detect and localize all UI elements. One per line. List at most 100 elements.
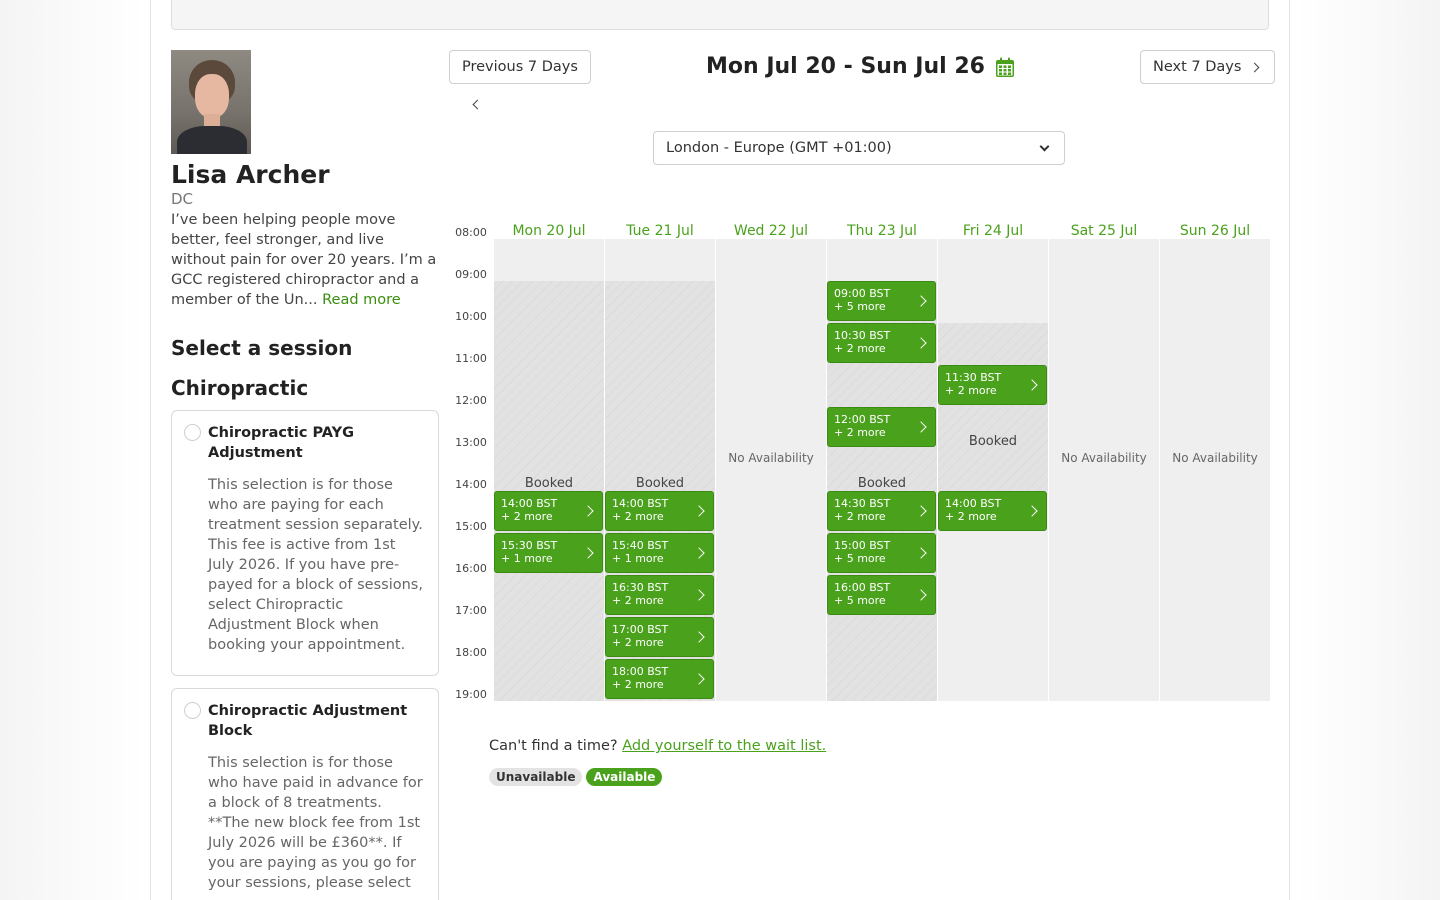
no-availability-label: No Availability	[1061, 451, 1147, 465]
slot-time: 15:30 BST	[501, 539, 558, 552]
time-slot-button[interactable]: 11:30 BST + 2 more	[938, 365, 1047, 405]
session-radio[interactable]	[184, 702, 201, 719]
hour-label: 18:00	[455, 646, 487, 659]
booked-label: Booked	[968, 434, 1018, 450]
session-group-heading: Chiropractic	[171, 376, 309, 400]
previous-7-days-button[interactable]: Previous 7 Days	[449, 50, 591, 110]
timezone-value: London - Europe (GMT +01:00)	[666, 140, 892, 156]
time-slot-button[interactable]: 14:00 BST + 2 more	[605, 491, 714, 531]
session-card-block[interactable]: Chiropractic Adjustment Block This selec…	[171, 688, 439, 900]
slot-more: + 1 more	[612, 552, 664, 565]
slot-time: 10:30 BST	[834, 329, 891, 342]
booked-label: Booked	[635, 476, 685, 492]
no-availability-label: No Availability	[728, 451, 814, 465]
time-slot-button[interactable]: 17:00 BST + 2 more	[605, 617, 714, 657]
legend: Unavailable Available	[489, 768, 663, 786]
slot-more: + 5 more	[834, 552, 886, 565]
slot-time: 14:00 BST	[612, 497, 669, 510]
slot-more: + 2 more	[612, 594, 664, 607]
slot-time: 11:30 BST	[945, 371, 1002, 384]
no-availability-label: No Availability	[1172, 451, 1258, 465]
time-slot-button[interactable]: 16:30 BST + 2 more	[605, 575, 714, 615]
time-slot-button[interactable]: 15:30 BST + 1 more	[494, 533, 603, 573]
calendar-icon[interactable]	[995, 57, 1015, 78]
day-column: No Availability	[1160, 239, 1270, 701]
hour-label: 10:00	[455, 310, 487, 323]
week-range-text: Mon Jul 20 - Sun Jul 26	[706, 54, 985, 79]
slot-time: 15:00 BST	[834, 539, 891, 552]
slot-more: + 2 more	[834, 510, 886, 523]
next-label: Next 7 Days	[1153, 59, 1242, 75]
session-radio[interactable]	[184, 424, 201, 441]
slot-more: + 2 more	[834, 426, 886, 439]
time-slot-button[interactable]: 14:30 BST + 2 more	[827, 491, 936, 531]
week-range-title: Mon Jul 20 - Sun Jul 26	[706, 52, 1015, 82]
time-slot-button[interactable]: 09:00 BST + 5 more	[827, 281, 936, 321]
session-card-payg[interactable]: Chiropractic PAYG Adjustment This select…	[171, 410, 439, 676]
day-header: Thu 23 Jul	[847, 223, 917, 239]
timezone-select[interactable]: London - Europe (GMT +01:00)	[653, 131, 1065, 165]
waitlist-link[interactable]: Add yourself to the wait list.	[622, 738, 826, 754]
day-header: Mon 20 Jul	[512, 223, 586, 239]
slot-time: 14:30 BST	[834, 497, 891, 510]
slot-more: + 2 more	[501, 510, 553, 523]
hour-label: 14:00	[455, 478, 487, 491]
chevron-down-icon	[1039, 141, 1050, 151]
time-slot-button[interactable]: 15:40 BST + 1 more	[605, 533, 714, 573]
time-slot-button[interactable]: 14:00 BST + 2 more	[938, 491, 1047, 531]
session-description: This selection is for those who have pai…	[208, 755, 423, 891]
day-column: Booked 14:00 BST + 2 more 15:30 BST + 1 more	[494, 239, 604, 701]
slot-time: 16:30 BST	[612, 581, 669, 594]
slot-more: + 2 more	[945, 510, 997, 523]
day-column: Booked 09:00 BST + 5 more 10:30 BST + 2 more…	[827, 239, 937, 701]
day-header: Wed 22 Jul	[733, 223, 809, 239]
booked-label: Booked	[857, 476, 907, 492]
select-session-heading: Select a session	[171, 336, 353, 360]
slot-more: + 2 more	[834, 342, 886, 355]
time-slot-button[interactable]: 16:00 BST + 5 more	[827, 575, 936, 615]
day-column: Booked 14:00 BST + 2 more 15:40 BST + 1 more…	[605, 239, 715, 701]
practitioner-bio: I’ve been helping people move better, fe…	[171, 210, 439, 310]
practitioner-panel: Lisa Archer DC I’ve been helping people …	[171, 50, 439, 900]
read-more-link[interactable]: Read more	[322, 292, 401, 308]
hour-label: 15:00	[455, 520, 487, 533]
slot-time: 18:00 BST	[612, 665, 669, 678]
hour-label: 09:00	[455, 268, 487, 281]
slot-more: + 2 more	[612, 678, 664, 691]
hour-label: 08:00	[455, 226, 487, 239]
day-header: Sun 26 Jul	[1179, 223, 1251, 239]
time-slot-button[interactable]: 15:00 BST + 5 more	[827, 533, 936, 573]
time-slot-button[interactable]: 10:30 BST + 2 more	[827, 323, 936, 363]
slot-time: 14:00 BST	[945, 497, 1002, 510]
day-column: No Availability	[1049, 239, 1159, 701]
availability-calendar: 08:00 09:00 10:00 11:00 12:00 13:00 14:00 15:00…	[451, 222, 1271, 702]
day-header: Fri 24 Jul	[962, 223, 1024, 239]
booked-label: Booked	[524, 476, 574, 492]
slot-time: 09:00 BST	[834, 287, 891, 300]
time-slot-button[interactable]: 12:00 BST + 2 more	[827, 407, 936, 447]
day-header: Tue 21 Jul	[626, 223, 694, 239]
slot-time: 16:00 BST	[834, 581, 891, 594]
session-title: Chiropractic PAYG Adjustment	[208, 425, 355, 461]
day-column: No Availability	[716, 239, 826, 701]
practitioner-name: Lisa Archer	[171, 160, 330, 189]
top-bar	[171, 0, 1269, 30]
time-slot-button[interactable]: 18:00 BST + 2 more	[605, 659, 714, 699]
legend-available: Available	[586, 768, 663, 786]
chevron-right-icon	[1249, 62, 1260, 72]
day-column: Booked 11:30 BST + 2 more 14:00 BST + 2 more	[938, 239, 1048, 701]
waitlist-text: Can't find a time?	[489, 738, 618, 754]
slot-time: 14:00 BST	[501, 497, 558, 510]
next-7-days-button[interactable]: Next 7 Days	[1140, 50, 1276, 84]
chevron-left-icon	[472, 99, 483, 110]
booking-page: Lisa Archer DC I’ve been helping people …	[150, 0, 1290, 900]
practitioner-photo	[171, 50, 251, 154]
previous-label: Previous 7 Days	[462, 59, 578, 75]
slot-more: + 2 more	[945, 384, 997, 397]
legend-unavailable: Unavailable	[489, 768, 583, 786]
slot-more: + 2 more	[612, 510, 664, 523]
slot-more: + 1 more	[501, 552, 553, 565]
session-title: Chiropractic Adjustment Block	[208, 703, 408, 739]
time-slot-button[interactable]: 14:00 BST + 2 more	[494, 491, 603, 531]
slot-more: + 5 more	[834, 300, 886, 313]
